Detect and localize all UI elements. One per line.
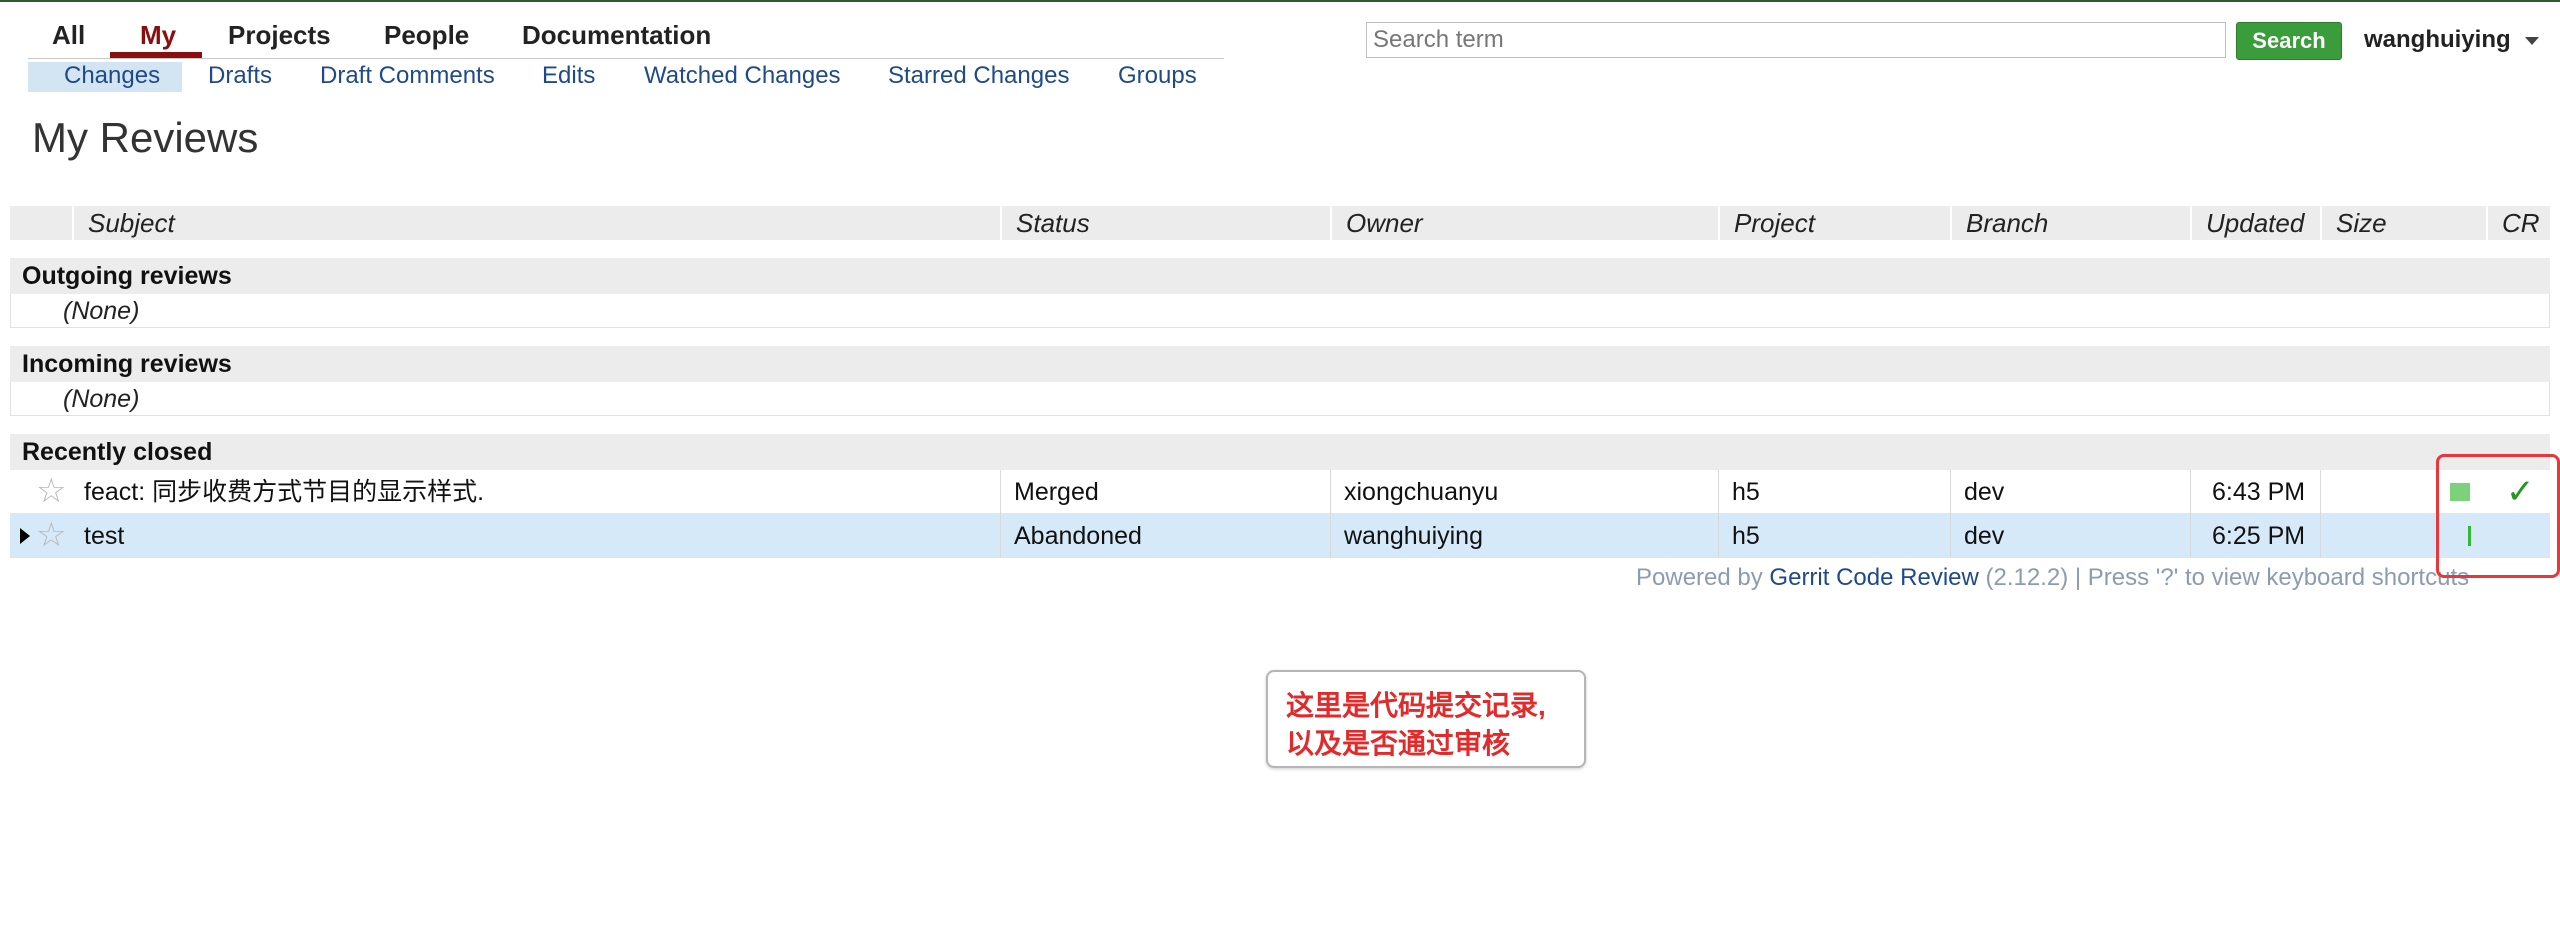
row-status: Merged — [1014, 478, 1099, 506]
sub-menu-edits[interactable]: Edits — [542, 62, 595, 90]
annotation-callout: 这里是代码提交记录, 以及是否通过审核 — [1266, 670, 1586, 768]
sub-menu-drafts[interactable]: Drafts — [208, 62, 272, 90]
row-owner-link[interactable]: xiongchuanyu — [1344, 470, 1498, 514]
star-icon[interactable]: ☆ — [36, 474, 66, 508]
search-input[interactable] — [1366, 22, 2226, 58]
sub-menu-changes[interactable]: Changes — [64, 62, 160, 90]
table-row[interactable]: ☆ feact: 同步收费方式节目的显示样式. Merged xiongchua… — [10, 470, 2550, 514]
row-branch-link[interactable]: dev — [1964, 470, 2004, 514]
column-status: Status — [1016, 208, 1090, 238]
user-menu[interactable]: wanghuiying — [2364, 26, 2539, 54]
row-status: Abandoned — [1014, 522, 1142, 550]
column-subject: Subject — [88, 208, 175, 238]
row-subject-link[interactable]: test — [84, 514, 124, 558]
row-updated: 6:25 PM — [2212, 522, 2306, 550]
column-updated: Updated — [2206, 208, 2305, 238]
row-subject-link[interactable]: feact: 同步收费方式节目的显示样式. — [84, 470, 484, 514]
annotation-highlight-box — [2436, 454, 2560, 578]
sub-menu-draft-comments[interactable]: Draft Comments — [320, 62, 495, 90]
chevron-down-icon — [2524, 36, 2539, 45]
top-menu-my[interactable]: My — [140, 20, 176, 51]
user-name: wanghuiying — [2364, 26, 2511, 53]
sub-menu-starred-changes[interactable]: Starred Changes — [888, 62, 1069, 90]
annotation-line-1: 这里是代码提交记录, — [1286, 690, 1546, 721]
top-menu-people[interactable]: People — [384, 20, 469, 51]
column-project: Project — [1734, 208, 1815, 238]
row-project-link[interactable]: h5 — [1732, 470, 1760, 514]
gerrit-link[interactable]: Gerrit Code Review — [1769, 564, 1978, 591]
row-owner-link[interactable]: wanghuiying — [1344, 514, 1483, 558]
column-cr: CR — [2502, 208, 2540, 238]
page-title: My Reviews — [32, 114, 259, 161]
table-header: Subject Status Owner Project Branch Upda… — [10, 206, 2550, 240]
section-title: Incoming reviews — [10, 346, 2550, 382]
annotation-line-2: 以及是否通过审核 — [1286, 728, 1511, 759]
section-outgoing-reviews: Outgoing reviews (None) — [10, 258, 2550, 328]
row-project-link[interactable]: h5 — [1732, 514, 1760, 558]
column-size: Size — [2336, 208, 2387, 238]
table-row[interactable]: ☆ test Abandoned wanghuiying h5 dev 6:25… — [10, 514, 2550, 558]
section-incoming-reviews: Incoming reviews (None) — [10, 346, 2550, 416]
search-button[interactable]: Search — [2236, 22, 2342, 60]
top-menu-active-underline — [110, 52, 202, 58]
top-menu: All My Projects People Documentation — [28, 16, 1224, 59]
empty-text: (None) — [10, 294, 2550, 328]
footer-prefix: Powered by — [1636, 564, 1763, 591]
row-branch-link[interactable]: dev — [1964, 514, 2004, 558]
top-menu-all[interactable]: All — [52, 20, 85, 51]
row-pointer-icon — [20, 528, 30, 544]
column-owner: Owner — [1346, 208, 1423, 238]
row-updated: 6:43 PM — [2212, 478, 2306, 506]
section-title: Recently closed — [10, 434, 2550, 470]
section-title: Outgoing reviews — [10, 258, 2550, 294]
footer-suffix: (2.12.2) | Press '?' to view keyboard sh… — [1985, 564, 2470, 591]
top-menu-projects[interactable]: Projects — [228, 20, 331, 51]
top-menu-documentation[interactable]: Documentation — [522, 20, 711, 51]
empty-text: (None) — [10, 382, 2550, 416]
star-icon[interactable]: ☆ — [36, 518, 66, 552]
sub-menu-groups[interactable]: Groups — [1118, 62, 1197, 90]
sub-menu-watched-changes[interactable]: Watched Changes — [644, 62, 841, 90]
column-branch: Branch — [1966, 208, 2049, 238]
section-recently-closed: Recently closed — [10, 434, 2550, 470]
footer: Powered by Gerrit Code Review (2.12.2) |… — [1636, 564, 2469, 592]
